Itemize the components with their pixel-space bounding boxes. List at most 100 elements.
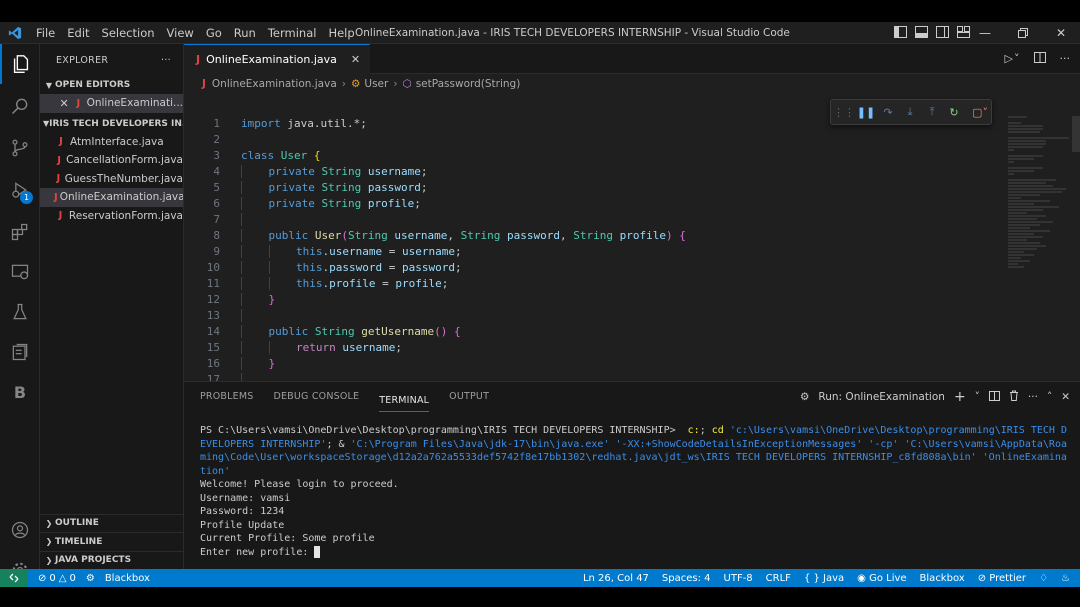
file-label: ReservationForm.java xyxy=(68,209,183,222)
code-line: return username; xyxy=(220,340,402,356)
file-item-reservationform[interactable]: J ReservationForm.java xyxy=(40,207,183,226)
debug-status-icon[interactable]: ⚙ xyxy=(86,573,95,584)
close-window-icon[interactable]: ✕ xyxy=(1042,22,1080,44)
debug-badge: 1 xyxy=(20,191,33,204)
terminal-cursor xyxy=(314,545,321,558)
remote-indicator-icon[interactable] xyxy=(0,569,28,587)
remote-explorer-icon[interactable] xyxy=(0,252,40,292)
close-icon[interactable]: ✕ xyxy=(58,97,70,110)
menu-view[interactable]: View xyxy=(161,22,200,44)
split-editor-icon[interactable] xyxy=(1033,52,1046,66)
line-number: 13 xyxy=(206,309,220,322)
terminal-cmd: c: xyxy=(681,425,700,436)
toggle-secondary-sidebar-icon[interactable] xyxy=(936,26,949,41)
close-icon[interactable]: ✕ xyxy=(351,53,360,66)
file-item-atminterface[interactable]: J AtmInterface.java xyxy=(40,133,183,152)
file-item-guessthenumber[interactable]: J GuessTheNumber.java xyxy=(40,170,183,189)
file-item-onlineexamination[interactable]: J OnlineExamination.java xyxy=(40,188,183,207)
explorer-more-icon[interactable]: ··· xyxy=(161,55,171,66)
braces-icon: { } xyxy=(803,572,820,584)
more-actions-icon[interactable]: ··· xyxy=(1028,391,1038,403)
menu-selection[interactable]: Selection xyxy=(96,22,161,44)
run-debug-icon[interactable]: 1 xyxy=(0,170,40,210)
terminal-exe: 'C:\Program Files\Java\jdk-17\bin\java.e… xyxy=(350,438,610,450)
open-editor-item[interactable]: ✕ J OnlineExaminati... xyxy=(40,94,183,113)
minimap[interactable] xyxy=(1008,116,1072,346)
window-controls: — ✕ xyxy=(966,22,1080,44)
go-live-label: Go Live xyxy=(869,572,907,584)
end-of-line[interactable]: CRLF xyxy=(766,573,791,584)
tab-debug-console[interactable]: DEBUG CONSOLE xyxy=(273,382,359,412)
problems-indicator[interactable]: ⊘ 0 △ 0 xyxy=(38,573,76,584)
terminal-gear-icon[interactable]: ⚙ xyxy=(800,391,809,403)
testing-icon[interactable] xyxy=(0,292,40,332)
timeline-header[interactable]: ❯ TIMELINE xyxy=(40,532,183,551)
breadcrumb-method[interactable]: setPassword(String) xyxy=(416,78,521,90)
language-mode[interactable]: { } Java xyxy=(804,573,844,584)
open-editors-header[interactable]: ▼ OPEN EDITORS xyxy=(40,76,183,94)
java-projects-label: JAVA PROJECTS xyxy=(55,555,132,566)
accounts-icon[interactable] xyxy=(0,510,40,550)
split-terminal-icon[interactable] xyxy=(988,390,1000,404)
panel-actions: ⚙ Run: OnlineExamination + ˅ ··· ˄ ✕ xyxy=(800,389,1070,405)
tab-output[interactable]: OUTPUT xyxy=(449,382,489,412)
go-live[interactable]: ◉ Go Live xyxy=(857,573,906,584)
java-projects-icon[interactable] xyxy=(0,332,40,372)
editor-scrollbar[interactable] xyxy=(1072,116,1080,152)
breadcrumb-class[interactable]: User xyxy=(364,78,388,90)
line-number: 3 xyxy=(213,149,220,162)
search-icon[interactable] xyxy=(0,86,40,126)
vscode-logo-icon xyxy=(0,22,30,44)
toggle-panel-icon[interactable] xyxy=(915,26,928,41)
close-panel-icon[interactable]: ✕ xyxy=(1061,391,1070,403)
toggle-sidebar-icon[interactable] xyxy=(894,26,907,41)
terminal-run-label[interactable]: Run: OnlineExamination xyxy=(818,391,945,403)
chevron-down-icon[interactable]: ˅ xyxy=(975,391,980,403)
outline-header[interactable]: ❯ OUTLINE xyxy=(40,513,183,533)
menu-file[interactable]: File xyxy=(30,22,61,44)
explorer-icon[interactable] xyxy=(0,44,40,84)
blackbox-status-right[interactable]: Blackbox xyxy=(920,573,965,584)
menu-go[interactable]: Go xyxy=(200,22,228,44)
folder-header[interactable]: ▼ IRIS TECH DEVELOPERS IN... xyxy=(40,115,183,133)
prettier-icon: ⊘ xyxy=(977,572,987,584)
blackbox-icon[interactable]: B xyxy=(0,372,40,412)
indentation[interactable]: Spaces: 4 xyxy=(662,573,711,584)
blackbox-status[interactable]: Blackbox xyxy=(105,573,150,584)
extensions-icon[interactable] xyxy=(0,212,40,252)
code-line: this.username = username; xyxy=(220,244,462,260)
line-number: 9 xyxy=(213,245,220,258)
cursor-position[interactable]: Ln 26, Col 47 xyxy=(583,573,649,584)
new-terminal-icon[interactable]: + xyxy=(954,389,966,405)
tab-onlineexamination[interactable]: J OnlineExamination.java ✕ xyxy=(184,44,371,74)
line-number: 16 xyxy=(206,357,220,370)
restore-icon[interactable] xyxy=(1004,22,1042,44)
menu-edit[interactable]: Edit xyxy=(61,22,95,44)
java-projects-header[interactable]: ❯ JAVA PROJECTS xyxy=(40,550,183,570)
file-item-cancellationform[interactable]: J CancellationForm.java xyxy=(40,151,183,170)
line-number: 15 xyxy=(206,341,220,354)
tab-terminal[interactable]: TERMINAL xyxy=(379,390,430,412)
chevron-down-icon: ▼ xyxy=(45,80,53,90)
terminal-output[interactable]: PS C:\Users\vamsi\OneDrive\Desktop\progr… xyxy=(200,424,1068,559)
class-icon: ⚙ xyxy=(350,78,361,90)
source-control-icon[interactable] xyxy=(0,128,40,168)
explorer-header: EXPLORER ··· xyxy=(40,44,183,76)
run-file-icon[interactable]: ▷ ˅ xyxy=(1004,52,1019,66)
outline-label: OUTLINE xyxy=(55,518,99,529)
encoding[interactable]: UTF-8 xyxy=(724,573,753,584)
prettier-status[interactable]: ⊘ Prettier xyxy=(978,573,1026,584)
code-editor[interactable]: 1 import java.util.*; 2 3 class User { 4 p… xyxy=(184,116,1004,381)
more-actions-icon[interactable]: ··· xyxy=(1060,52,1071,66)
trash-icon[interactable] xyxy=(1009,390,1019,404)
java-file-icon: J xyxy=(76,97,81,109)
minimize-icon[interactable]: — xyxy=(966,22,1004,44)
menu-terminal[interactable]: Terminal xyxy=(262,22,323,44)
tab-problems[interactable]: PROBLEMS xyxy=(200,382,253,412)
feedback-icon[interactable]: ♢ xyxy=(1039,573,1048,584)
activity-bar: 1 B xyxy=(0,44,40,578)
notifications-bell-icon[interactable]: ♨ xyxy=(1061,573,1070,584)
maximize-panel-icon[interactable]: ˄ xyxy=(1047,391,1052,403)
menu-run[interactable]: Run xyxy=(228,22,262,44)
breadcrumb-file[interactable]: OnlineExamination.java xyxy=(212,78,337,90)
